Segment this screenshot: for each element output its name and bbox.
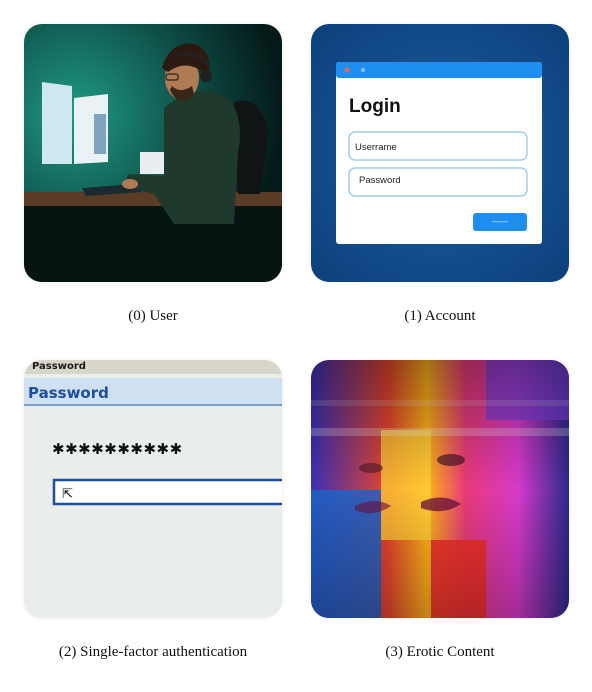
caption-account: (1) Account (404, 308, 476, 324)
window-close-dot (344, 67, 350, 73)
password-dialog-illustration: Password Password ✱✱✱✱✱✱✱✱✱✱ ⇱ (24, 360, 282, 618)
password-placeholder: Password (359, 175, 401, 186)
cursor-icon: ⇱ (62, 487, 73, 502)
login-title: Login (349, 96, 401, 117)
masked-password: ✱✱✱✱✱✱✱✱✱✱ (52, 440, 183, 458)
caption-single-factor: (2) Single-factor authentication (58, 644, 248, 660)
abstract-face-illustration (311, 360, 569, 618)
caption-user: (0) User (128, 308, 178, 324)
dialog-title: Password (28, 384, 109, 402)
username-placeholder: Userrame (355, 142, 397, 153)
window-titlebar (336, 62, 542, 78)
caption-erotic-content: (3) Erotic Content (385, 644, 495, 660)
login-button-label: ------ (492, 217, 508, 226)
password-input[interactable] (52, 478, 282, 506)
window-dot (361, 68, 365, 72)
user-illustration (24, 24, 282, 282)
account-illustration: Login Userrame Password ------ (311, 24, 569, 282)
dialog-top-label: Password (32, 361, 86, 372)
